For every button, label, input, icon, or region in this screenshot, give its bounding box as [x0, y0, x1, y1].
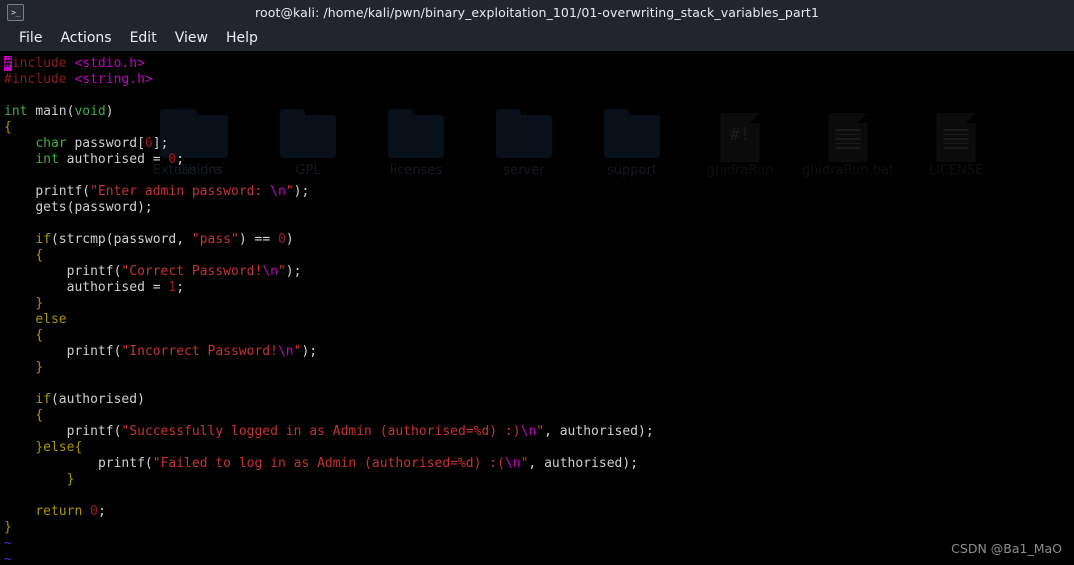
menu-bar: File Actions Edit View Help — [0, 25, 1074, 51]
menu-item-actions[interactable]: Actions — [51, 30, 120, 46]
menu-item-view[interactable]: View — [166, 30, 217, 46]
desktop-icon-label: ghidraRun.bat — [801, 163, 895, 178]
desktop-icon-license: LICENSE — [902, 107, 1010, 178]
code-line: ~ — [4, 536, 12, 551]
code-line: { — [4, 120, 12, 135]
code-line: printf("Failed to log in as Admin (autho… — [97, 456, 639, 471]
desktop-icon-ghidrarun-bat: ghidraRun.bat — [794, 107, 902, 178]
document-file-icon — [828, 113, 868, 162]
window-title: root@kali: /home/kali/pwn/binary_exploit… — [254, 5, 819, 20]
desktop-icon-ghidrarun: #! ghidraRun — [686, 107, 794, 178]
code-line: } — [66, 472, 75, 487]
title-bar: >_ root@kali: /home/kali/pwn/binary_expl… — [0, 0, 1074, 25]
code-line: { — [35, 248, 44, 263]
code-line: ~ — [4, 552, 12, 565]
vim-code-buffer[interactable]: #include <stdio.h> #include <string.h> in… — [4, 56, 654, 565]
code-line: int authorised = 0; — [35, 152, 185, 167]
code-line: else — [35, 312, 67, 327]
code-line: { — [35, 328, 44, 343]
terminal-icon[interactable]: >_ — [7, 4, 24, 21]
menu-item-help[interactable]: Help — [217, 30, 267, 46]
code-line: printf("Incorrect Password!\n"); — [66, 344, 318, 359]
code-line: printf("Successfully logged in as Admin … — [66, 424, 654, 439]
code-line: #include <stdio.h> — [4, 56, 145, 71]
code-line: int main(void) — [4, 104, 114, 119]
document-file-icon — [936, 113, 976, 162]
code-line: gets(password); — [35, 200, 153, 215]
code-line: #include <string.h> — [4, 72, 153, 87]
code-line: if(authorised) — [35, 392, 145, 407]
code-line: { — [35, 408, 44, 423]
code-line: } — [35, 296, 44, 311]
watermark-text: CSDN @Ba1_MaO — [951, 541, 1062, 556]
code-line: printf("Correct Password!\n"); — [66, 264, 302, 279]
script-file-icon: #! — [720, 113, 760, 162]
desktop-icon-label: ghidraRun — [706, 163, 774, 178]
code-line: return 0; — [35, 504, 106, 519]
menu-item-edit[interactable]: Edit — [121, 30, 166, 46]
shebang-glyph: #! — [729, 125, 751, 145]
terminal-body[interactable]: Extensions Ghidra GPL licenses server support… — [0, 51, 1074, 565]
code-line: }else{ — [35, 440, 83, 455]
code-line: } — [4, 520, 12, 535]
code-line: } — [35, 360, 44, 375]
code-line: authorised = 1; — [66, 280, 185, 295]
desktop-icon-label: LICENSE — [928, 163, 984, 178]
menu-item-file[interactable]: File — [10, 30, 51, 46]
terminal-window: >_ root@kali: /home/kali/pwn/binary_expl… — [0, 0, 1074, 565]
code-line: if(strcmp(password, "pass") == 0) — [35, 232, 294, 247]
code-line: printf("Enter admin password: \n"); — [35, 184, 310, 199]
code-line: char password[6]; — [35, 136, 169, 151]
